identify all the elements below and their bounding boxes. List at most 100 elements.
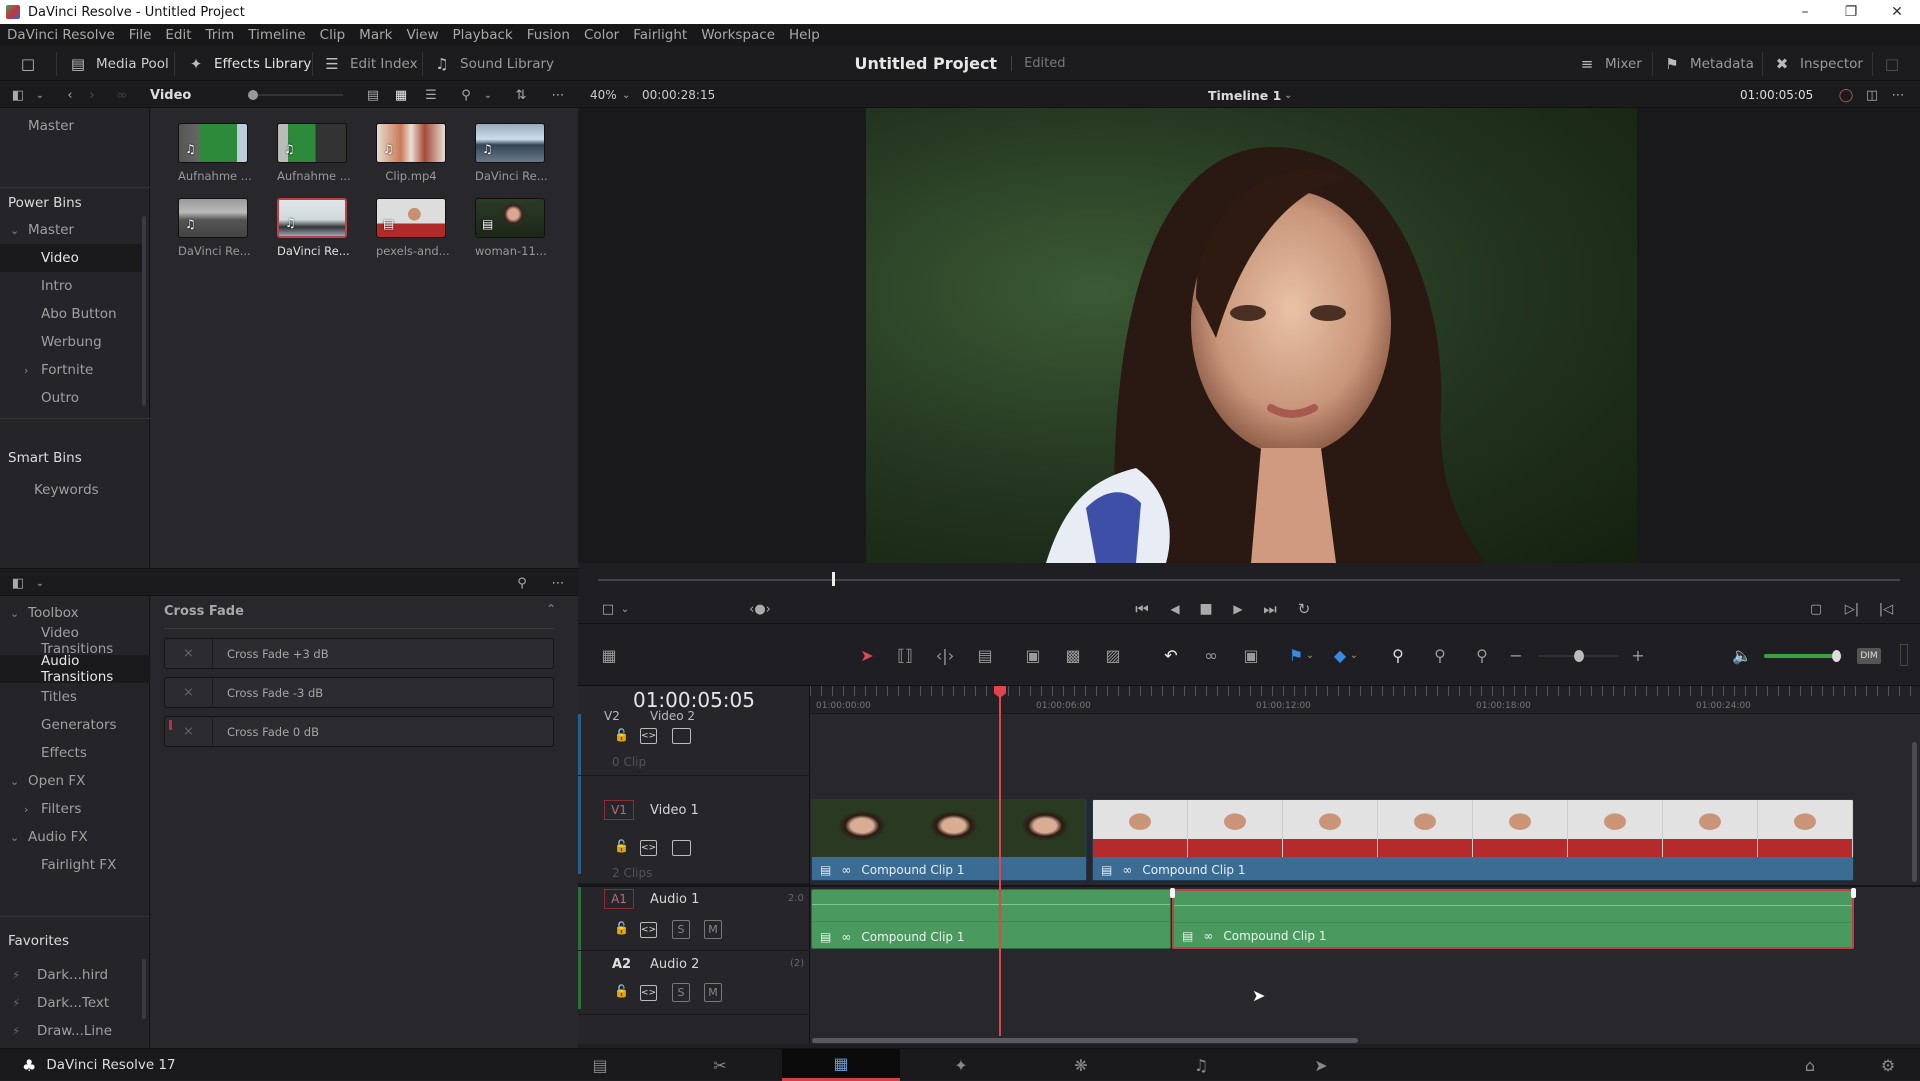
zoom-level[interactable]: 40% [590, 82, 617, 108]
power-bin-video[interactable]: Video [0, 244, 142, 272]
menu-fairlight[interactable]: Fairlight [626, 27, 694, 43]
volume-slider[interactable] [1764, 650, 1844, 662]
chevron-down-icon[interactable]: ⌄ [1348, 624, 1360, 687]
edit-index-button[interactable]: ☰ Edit Index [322, 46, 417, 81]
lock-icon[interactable]: 🔓 [614, 728, 629, 742]
zoom-full-icon[interactable]: ⚲ [1384, 624, 1412, 687]
menu-edit[interactable]: Edit [158, 27, 198, 43]
toggle-left-panel-button[interactable]: □ [18, 46, 38, 81]
fx-video-transitions[interactable]: Video Transitions [0, 625, 142, 657]
clip-thumbnail[interactable]: ♫ Aufnahme ... [277, 123, 351, 183]
insert-clip-icon[interactable]: ▣ [1020, 624, 1046, 687]
slider-knob[interactable] [248, 90, 258, 100]
video-clip[interactable]: ▤ ∞ Compound Clip 1 [811, 799, 1087, 881]
thumbnail-view-icon[interactable]: ▦ [390, 82, 412, 108]
favorite-item[interactable]: ⚡ Draw...Line [0, 1017, 142, 1045]
dim-button[interactable]: DIM [1857, 647, 1881, 664]
timeline-tracks-area[interactable]: ▤ ∞ Compound Clip 1 ▤ ∞ Compound Clip 1 ▤ ∞ Co… [810, 686, 1920, 1044]
mute-button[interactable]: M [704, 983, 722, 1002]
panel-layout-icon[interactable]: ◧ [8, 569, 28, 597]
power-bin-intro[interactable]: Intro [0, 272, 142, 300]
track-a1[interactable]: A1 Audio 1 2.0 🔓 <> S M [578, 887, 810, 951]
viewer-frame[interactable] [866, 108, 1637, 563]
auto-select-button[interactable]: <> [640, 922, 657, 938]
snapping-icon[interactable]: ↶ [1158, 624, 1184, 687]
jog-control-icon[interactable]: ‹●› [740, 595, 780, 623]
solo-button[interactable]: S [672, 920, 690, 939]
clip-thumbnail-selected[interactable]: ♫ DaVinci Re... [277, 198, 350, 258]
effects-library-button[interactable]: ✦ Effects Library [186, 46, 312, 81]
favorite-item[interactable]: ⚡ Dark...hird [0, 961, 142, 989]
dynamic-trim-icon[interactable]: ‹|› [932, 624, 958, 687]
chevron-down-icon[interactable]: ⌄ [618, 595, 632, 623]
fade-handle-left[interactable] [1170, 888, 1175, 898]
track-id[interactable]: A1 [604, 889, 634, 909]
close-button[interactable]: ✕ [1874, 0, 1920, 24]
zoom-out-icon[interactable]: − [1508, 624, 1524, 687]
chevron-down-icon[interactable]: ⌄ [480, 82, 496, 108]
track-a2[interactable]: A2 Audio 2 (2) 🔓 <> S M [578, 951, 810, 1015]
mute-button[interactable]: M [704, 920, 722, 939]
smart-bin-keywords[interactable]: Keywords [0, 476, 142, 504]
list-view-icon[interactable]: ☰ [420, 82, 442, 108]
more-options-icon[interactable]: ⋯ [1888, 82, 1908, 108]
menu-workspace[interactable]: Workspace [694, 27, 782, 43]
panel-layout-icon[interactable]: ◧ [8, 82, 28, 108]
chevron-right-icon[interactable]: › [24, 803, 28, 816]
video-clip[interactable]: ▤ ∞ Compound Clip 1 [1092, 799, 1854, 881]
linked-selection-icon[interactable]: ∞ [1198, 624, 1224, 687]
effect-item[interactable]: ⨯ Cross Fade -3 dB [164, 677, 554, 708]
clip-thumbnail[interactable]: ♫ Aufnahme ... [178, 123, 252, 183]
trim-tool-icon[interactable]: ⟦⟧ [892, 624, 918, 687]
power-bin-outro[interactable]: Outro [0, 384, 142, 412]
auto-select-button[interactable]: <> [640, 728, 657, 744]
timeline-zoom-slider[interactable] [1538, 650, 1618, 662]
timeline-vertical-scrollbar[interactable] [1912, 742, 1917, 882]
fx-generators[interactable]: Generators [0, 711, 142, 739]
fx-open-fx[interactable]: ⌄ Open FX [0, 767, 142, 795]
fx-audio-transitions[interactable]: Audio Transitions [0, 653, 150, 685]
chevron-down-icon[interactable]: ⌄ [622, 82, 630, 108]
page-edit[interactable]: ▦ [782, 1049, 900, 1081]
menu-view[interactable]: View [399, 27, 445, 43]
menu-trim[interactable]: Trim [199, 27, 242, 43]
chevron-down-icon[interactable]: ⌄ [1284, 82, 1292, 108]
timeline-selector[interactable]: Timeline 1 [1208, 82, 1281, 108]
minimize-button[interactable]: – [1782, 0, 1828, 24]
clip-thumbnail[interactable]: ▤ woman-11... [475, 198, 547, 258]
chevron-down-icon[interactable]: ⌄ [10, 775, 19, 788]
auto-select-button[interactable]: <> [640, 840, 657, 856]
zoom-in-icon[interactable]: + [1630, 624, 1646, 687]
match-frame-icon[interactable]: ▢ [1804, 595, 1828, 623]
mixer-button[interactable]: ≡ Mixer [1577, 46, 1642, 81]
fx-filters[interactable]: › Filters [0, 795, 142, 823]
dual-viewer-icon[interactable]: ◫ [1862, 82, 1882, 108]
menu-mark[interactable]: Mark [352, 27, 399, 43]
fx-toolbox[interactable]: ⌄ Toolbox [0, 599, 142, 627]
play-reverse-button[interactable]: ◀ [1163, 595, 1187, 623]
thumbnail-size-slider[interactable] [248, 90, 343, 100]
color-sync-icon[interactable]: ◯ [1836, 82, 1856, 108]
search-icon[interactable]: ⚲ [510, 569, 534, 597]
more-options-icon[interactable]: ⋯ [546, 569, 570, 597]
power-bin-abo-button[interactable]: Abo Button [0, 300, 142, 328]
favorite-item[interactable]: ⚡ Dark...Text [0, 989, 142, 1017]
fade-handle-right[interactable] [1851, 888, 1856, 898]
power-bin-werbung[interactable]: Werbung [0, 328, 142, 356]
auto-select-button[interactable]: <> [640, 985, 657, 1001]
speaker-icon[interactable]: 🔈 [1730, 624, 1754, 687]
power-bin-fortnite[interactable]: › Fortnite [0, 356, 142, 384]
menu-timeline[interactable]: Timeline [241, 27, 312, 43]
effect-item[interactable]: ⨯ Cross Fade +3 dB [164, 638, 554, 669]
playhead[interactable] [999, 686, 1001, 1036]
track-id[interactable]: V1 [604, 800, 634, 820]
clip-thumbnail[interactable]: ▤ pexels-and... [376, 198, 450, 258]
zoom-detail-icon[interactable]: ⚲ [1426, 624, 1454, 687]
page-deliver[interactable]: ➤ [1262, 1049, 1380, 1081]
audio-clip[interactable]: ▤ ∞ Compound Clip 1 [811, 889, 1171, 949]
menu-davinci[interactable]: DaVinci Resolve [0, 27, 122, 43]
inspector-button[interactable]: ✖ Inspector [1772, 46, 1863, 81]
chevron-right-icon[interactable]: › [24, 364, 28, 377]
transform-overlay-icon[interactable]: □ [598, 595, 618, 623]
settings-button[interactable]: ⚙ [1868, 1049, 1908, 1081]
